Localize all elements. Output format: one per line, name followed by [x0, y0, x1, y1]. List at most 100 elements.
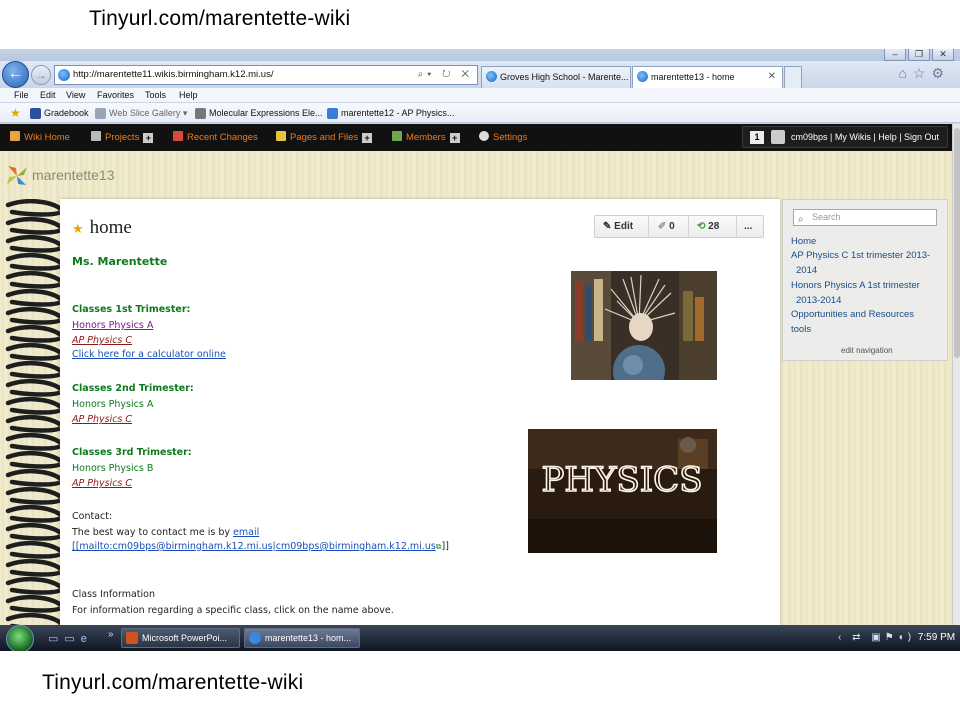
powerpoint-icon — [126, 632, 138, 644]
sidebar-link-tools[interactable]: tools — [791, 323, 811, 337]
trimester2-item: Honors Physics A — [72, 399, 154, 410]
user-links[interactable]: cm09bps | My Wikis | Help | Sign Out — [791, 127, 939, 148]
taskbar-powerpoint[interactable]: Microsoft PowerPoi... — [121, 628, 240, 648]
sidebar-link-honors-physics-a[interactable]: Honors Physics A 1st trimester — [791, 279, 920, 293]
notification-count[interactable]: 1 — [750, 131, 764, 144]
back-button[interactable]: ← — [2, 61, 29, 88]
close-icon[interactable]: ✕ — [932, 49, 954, 61]
home-favorites-tools-icons[interactable]: ⌂☆⚙ — [898, 65, 950, 82]
menu-edit[interactable]: Edit — [40, 88, 56, 102]
fav-gradebook[interactable]: Gradebook — [30, 106, 89, 120]
link-honors-physics-a[interactable]: Honors Physics A — [72, 320, 153, 331]
nav-projects[interactable]: Projects + — [91, 124, 154, 151]
comments-button[interactable]: ✐ 0 — [649, 216, 689, 237]
taskbar-browser[interactable]: marentette13 - hom... — [244, 628, 360, 648]
link-calculator-online[interactable]: Click here for a calculator online — [72, 349, 226, 360]
page-toolbar: ✎ Edit ✐ 0 ⟲ 28 ... — [594, 215, 764, 238]
favorites-bar: ★ Gradebook Web Slice Gallery ▾ Molecula… — [0, 103, 960, 123]
menu-view[interactable]: View — [66, 88, 85, 102]
address-bar[interactable]: http://marentette11.wikis.birmingham.k12… — [54, 65, 478, 85]
search-input[interactable]: ⌕ Search — [793, 209, 937, 226]
fav-molecular-expressions[interactable]: Molecular Expressions Ele... — [195, 106, 323, 120]
clock[interactable]: 7:59 PM — [918, 632, 955, 643]
slide-caption-bottom: Tinyurl.com/marentette-wiki — [42, 671, 304, 694]
user-menu: 1 cm09bps | My Wikis | Help | Sign Out — [742, 126, 948, 148]
chevron-icon[interactable]: » — [108, 629, 114, 640]
calendar-icon — [173, 131, 183, 141]
email-link[interactable]: email — [233, 527, 259, 538]
edit-navigation-link[interactable]: edit navigation — [841, 346, 893, 355]
minimize-icon[interactable]: – — [884, 49, 906, 61]
history-icon: ⟲ — [697, 221, 706, 232]
nav-members[interactable]: Members + — [392, 124, 460, 151]
window-title-bar: – ❐ ✕ — [0, 49, 960, 61]
sidebar-link-home[interactable]: Home — [791, 235, 816, 249]
wiki-top-bar: Wiki Home Projects + Recent Changes Pages… — [0, 124, 952, 151]
tab-label: marentette13 - home — [651, 72, 735, 82]
menu-favorites[interactable]: Favorites — [97, 88, 134, 102]
plus-icon[interactable]: + — [362, 133, 373, 143]
plus-icon[interactable]: + — [449, 133, 460, 143]
fav-web-slice-gallery[interactable]: Web Slice Gallery ▾ — [95, 106, 187, 120]
site-name[interactable]: marentette13 — [32, 167, 115, 183]
trimester1-heading: Classes 1st Trimester: — [72, 304, 191, 315]
nav-pages-and-files[interactable]: Pages and Files + — [276, 124, 373, 151]
search-icon: ⌕ — [798, 214, 804, 225]
tab-groves[interactable]: Groves High School - Marente... — [481, 66, 631, 88]
sidebar-link-opportunities[interactable]: Opportunities and Resources — [791, 308, 914, 322]
menu-help[interactable]: Help — [179, 88, 198, 102]
contact-line: The best way to contact me is by email — [72, 527, 260, 538]
tab-close-icon[interactable]: ✕ — [768, 67, 776, 87]
restore-icon[interactable]: ❐ — [908, 49, 930, 61]
scrollbar-thumb[interactable] — [954, 128, 960, 358]
contact-heading: Contact: — [72, 511, 113, 522]
mailto-link[interactable]: [[mailto:cm09bps@birmingham.k12.mi.us|cm… — [72, 541, 436, 552]
wiki-body: marentette13 ★ home ✎ Edit ✐ 0 ⟲ 28 ... M… — [0, 151, 952, 651]
link-ap-physics-c[interactable]: AP Physics C — [72, 478, 132, 489]
nav-recent-changes[interactable]: Recent Changes — [173, 124, 258, 151]
page-icon — [327, 108, 338, 119]
projects-icon — [91, 131, 101, 141]
tray-icons[interactable]: ‹ ⇄ ▣⚑◖) — [838, 632, 915, 643]
edit-button[interactable]: ✎ Edit — [595, 216, 649, 237]
forward-button[interactable]: → — [31, 65, 51, 85]
slide: Tinyurl.com/marentette-wiki – ❐ ✕ ← → ht… — [0, 0, 960, 720]
browser-screenshot: – ❐ ✕ ← → http://marentette11.wikis.birm… — [0, 49, 960, 651]
favorites-star-icon[interactable]: ★ — [10, 107, 21, 119]
nav-settings[interactable]: Settings — [479, 124, 527, 151]
gradebook-icon — [30, 108, 41, 119]
class-info-heading: Class Information — [72, 589, 156, 600]
slide-caption-top: Tinyurl.com/marentette-wiki — [89, 7, 351, 30]
ie-icon — [249, 632, 261, 644]
tab-marentette13[interactable]: marentette13 - home ✕ — [632, 66, 783, 88]
trimester3-heading: Classes 3rd Trimester: — [72, 447, 192, 458]
link-ap-physics-c[interactable]: AP Physics C — [72, 414, 132, 425]
physics-light-text: PHYSICS — [541, 460, 702, 500]
favorite-star-icon[interactable]: ★ — [72, 221, 84, 236]
fav-marentette12[interactable]: marentette12 - AP Physics... — [327, 106, 454, 120]
sidebar-link-ap-physics-c[interactable]: AP Physics C 1st trimester 2013- — [791, 249, 930, 263]
more-button[interactable]: ... — [737, 216, 763, 237]
new-tab-button[interactable] — [784, 66, 802, 88]
start-button[interactable] — [6, 625, 34, 651]
comment-icon: ✐ — [658, 221, 667, 232]
members-icon — [392, 131, 402, 141]
sidebar: ⌕ Search Home AP Physics C 1st trimester… — [782, 199, 948, 361]
plus-icon[interactable]: + — [143, 133, 154, 143]
page-scrollbar[interactable] — [952, 124, 960, 651]
sidebar-link-honors-physics-a-cont[interactable]: 2013-2014 — [796, 294, 841, 308]
menu-tools[interactable]: Tools — [145, 88, 166, 102]
page-icon — [195, 108, 206, 119]
quick-launch-icons[interactable]: ▭▭e — [48, 632, 93, 645]
trimester3-item: Honors Physics B — [72, 463, 154, 474]
link-ap-physics-c[interactable]: AP Physics C — [72, 335, 132, 346]
sidebar-link-ap-physics-c-cont[interactable]: 2014 — [796, 264, 817, 278]
content-heading: Ms. Marentette — [72, 255, 168, 268]
history-button[interactable]: ⟲ 28 — [689, 216, 737, 237]
nav-wiki-home[interactable]: Wiki Home — [10, 124, 70, 151]
pages-icon — [276, 131, 286, 141]
menu-file[interactable]: File — [14, 88, 29, 102]
avatar[interactable] — [771, 130, 785, 144]
address-tools-icon[interactable]: ⌕▾ ↻ ✕ — [418, 66, 473, 84]
tab-page-icon — [486, 71, 497, 82]
